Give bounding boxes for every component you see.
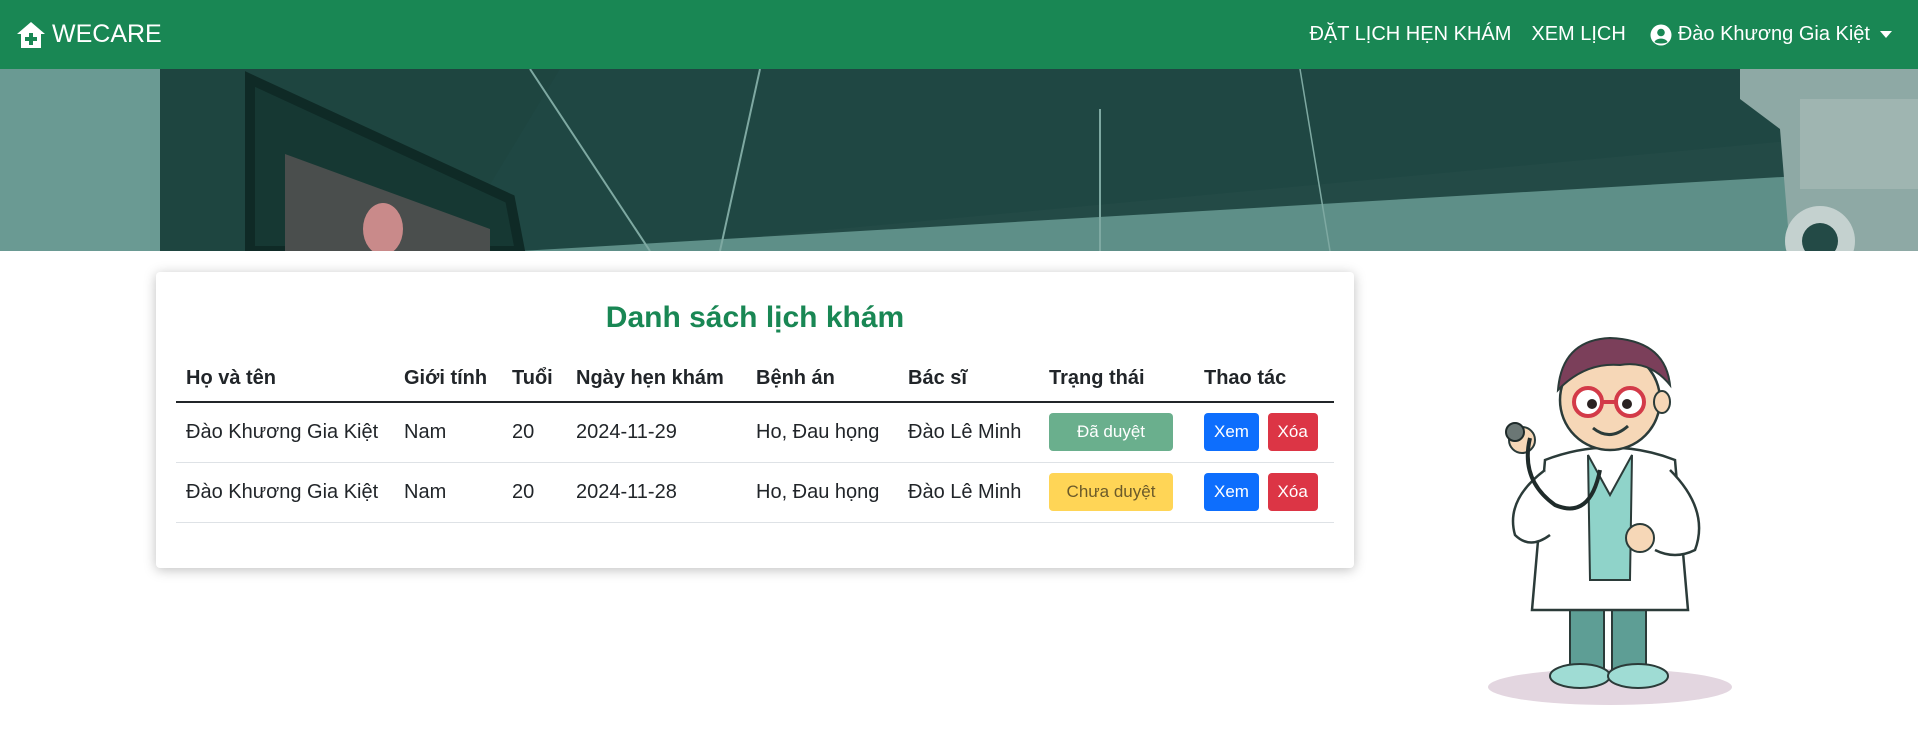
col-gender: Giới tính xyxy=(394,356,502,403)
doctor-illustration xyxy=(1488,336,1732,705)
cell-actions: Xem Xóa xyxy=(1194,402,1334,463)
nav-book-appointment[interactable]: ĐẶT LỊCH HẸN KHÁM xyxy=(1309,23,1511,46)
cell-diagnosis: Ho, Đau họng xyxy=(746,462,898,523)
cell-age: 20 xyxy=(502,462,566,523)
nav-view-schedule[interactable]: XEM LỊCH xyxy=(1531,23,1625,46)
status-badge: Chưa duyệt xyxy=(1049,473,1173,511)
table-row: Đào Khương Gia Kiệt Nam 20 2024-11-29 Ho… xyxy=(176,402,1334,463)
col-actions: Thao tác xyxy=(1194,356,1334,403)
cell-status: Chưa duyệt xyxy=(1039,462,1194,523)
view-button[interactable]: Xem xyxy=(1204,473,1259,511)
delete-button[interactable]: Xóa xyxy=(1267,413,1318,452)
col-doctor: Bác sĩ xyxy=(898,356,1039,403)
col-date: Ngày hẹn khám xyxy=(566,356,746,403)
cell-gender: Nam xyxy=(394,462,502,523)
col-status: Trạng thái xyxy=(1039,356,1194,403)
view-button[interactable]: Xem xyxy=(1204,413,1259,452)
banner-image xyxy=(0,69,1918,251)
user-name: Đào Khương Gia Kiệt xyxy=(1677,23,1870,45)
cell-status: Đã duyệt xyxy=(1039,402,1194,463)
cell-name: Đào Khương Gia Kiệt xyxy=(176,462,394,523)
cell-name: Đào Khương Gia Kiệt xyxy=(176,402,394,463)
col-diagnosis: Bệnh án xyxy=(746,356,898,403)
brand-name: WECARE xyxy=(52,20,162,48)
user-circle-icon xyxy=(1650,24,1672,45)
cell-date: 2024-11-28 xyxy=(566,462,746,523)
delete-button[interactable]: Xóa xyxy=(1267,473,1318,511)
nav-links: ĐẶT LỊCH HẸN KHÁM XEM LỊCH Đào Khương Gi… xyxy=(1289,23,1902,46)
brand-link[interactable]: WECARE xyxy=(16,20,162,49)
table-row: Đào Khương Gia Kiệt Nam 20 2024-11-28 Ho… xyxy=(176,462,1334,523)
user-menu[interactable]: Đào Khương Gia Kiệt xyxy=(1650,23,1892,46)
col-name: Họ và tên xyxy=(176,356,394,403)
cell-gender: Nam xyxy=(394,402,502,463)
page-title: Danh sách lịch khám xyxy=(605,301,905,334)
cell-doctor: Đào Lê Minh xyxy=(898,462,1039,523)
caret-down-icon xyxy=(1880,31,1892,38)
cell-age: 20 xyxy=(502,402,566,463)
cell-date: 2024-11-29 xyxy=(566,402,746,463)
table-header-row: Họ và tên Giới tính Tuổi Ngày hẹn khám B… xyxy=(176,356,1334,403)
status-badge: Đã duyệt xyxy=(1049,413,1173,452)
appointment-table: Họ và tên Giới tính Tuổi Ngày hẹn khám B… xyxy=(176,356,1334,523)
hero-banner xyxy=(0,69,1918,251)
navbar: WECARE ĐẶT LỊCH HẸN KHÁM XEM LỊCH Đào Kh… xyxy=(0,0,1918,69)
col-age: Tuổi xyxy=(502,356,566,403)
cell-doctor: Đào Lê Minh xyxy=(898,402,1039,463)
cell-actions: Xem Xóa xyxy=(1194,462,1334,523)
cell-diagnosis: Ho, Đau họng xyxy=(746,402,898,463)
house-medical-icon xyxy=(17,21,45,48)
appointment-list-card: Danh sách lịch khám Họ và tên Giới tính … xyxy=(156,272,1354,568)
